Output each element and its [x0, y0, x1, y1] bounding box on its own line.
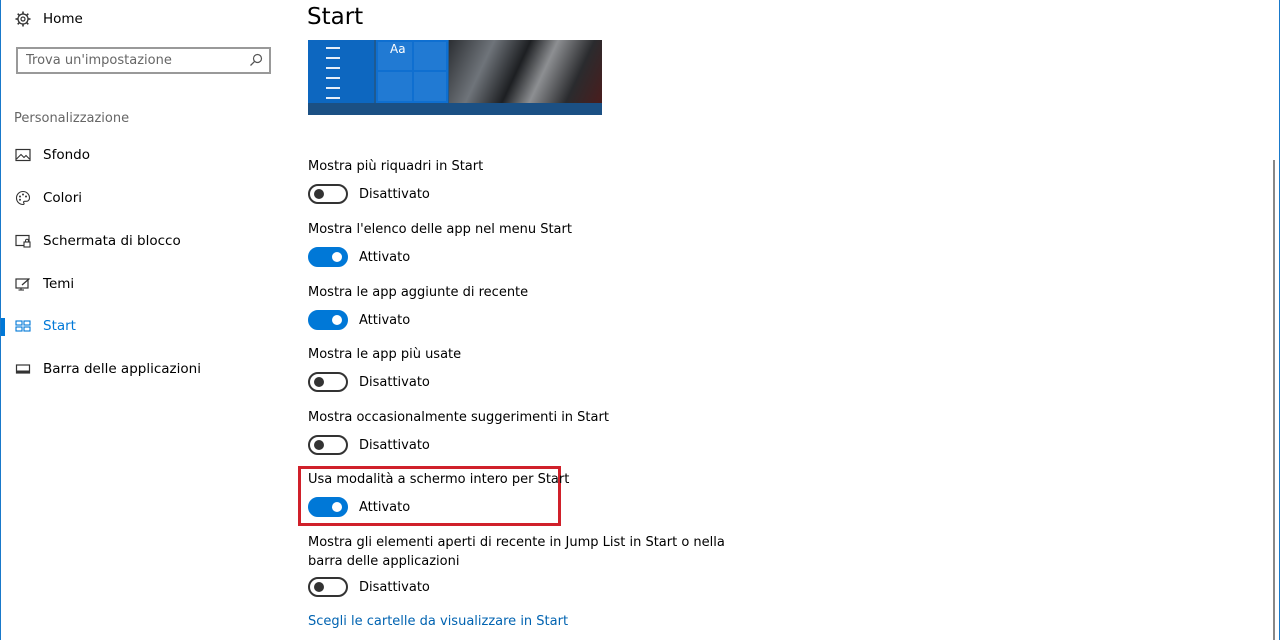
toggle-switch[interactable]: [308, 184, 348, 204]
toggle-knob: [332, 502, 342, 512]
sidebar-item-label: Sfondo: [43, 147, 90, 163]
sidebar-item-schermata-di-blocco[interactable]: Schermata di blocco: [1, 226, 289, 256]
setting-suggestions: Mostra occasionalmente suggerimenti in S…: [308, 408, 708, 458]
setting-jump-list: Mostra gli elementi aperti di recente in…: [308, 533, 728, 599]
setting-label: Mostra più riquadri in Start: [308, 159, 484, 174]
sidebar-item-label: Start: [43, 318, 76, 334]
setting-more-tiles: Mostra più riquadri in Start Disattivato: [308, 157, 708, 207]
themes-icon: [15, 276, 31, 292]
preview-app-list: [308, 40, 374, 103]
preview-list-line: [326, 87, 340, 89]
active-indicator: [1, 318, 5, 336]
toggle-switch[interactable]: [308, 310, 348, 330]
search-input[interactable]: [18, 49, 256, 72]
start-preview-image: Aa: [308, 40, 602, 115]
toggle-knob: [314, 582, 324, 592]
preview-list-line: [326, 77, 340, 79]
preview-taskbar: [308, 103, 602, 115]
sidebar-item-temi[interactable]: Temi: [1, 269, 289, 299]
setting-label: Usa modalità a schermo intero per Start: [308, 472, 570, 487]
sidebar-item-colori[interactable]: Colori: [1, 183, 289, 213]
nav-home[interactable]: Home: [1, 6, 289, 32]
setting-label: Mostra le app aggiunte di recente: [308, 285, 529, 300]
palette-icon: [15, 190, 31, 206]
toggle-switch[interactable]: [308, 497, 348, 517]
toggle-switch[interactable]: [308, 247, 348, 267]
setting-label: Mostra l'elenco delle app nel menu Start: [308, 222, 572, 237]
toggle-switch[interactable]: [308, 577, 348, 597]
sidebar-item-label: Colori: [43, 190, 82, 206]
toggle-row: Disattivato: [308, 184, 430, 204]
page-title: Start: [307, 4, 364, 30]
toggle-switch[interactable]: [308, 435, 348, 455]
scrollbar[interactable]: [1270, 0, 1278, 640]
preview-tile-label: Aa: [390, 42, 406, 56]
sidebar-item-label: Schermata di blocco: [43, 233, 181, 249]
toggle-switch[interactable]: [308, 372, 348, 392]
start-icon: [15, 318, 31, 334]
setting-label: Mostra le app più usate: [308, 347, 462, 362]
toggle-row: Disattivato: [308, 577, 430, 597]
gear-icon: [15, 11, 31, 27]
toggle-state: Disattivato: [359, 437, 430, 453]
sidebar-item-label: Barra delle applicazioni: [43, 361, 201, 377]
toggle-row: Attivato: [308, 497, 410, 517]
toggle-state: Attivato: [359, 499, 411, 515]
toggle-row: Disattivato: [308, 372, 430, 392]
preview-background-photo: [449, 40, 602, 103]
preview-tiles: [376, 40, 448, 103]
setting-most-used: Mostra le app più usate Disattivato: [308, 345, 708, 395]
choose-folders-link[interactable]: Scegli le cartelle da visualizzare in St…: [308, 614, 568, 629]
toggle-knob: [314, 440, 324, 450]
preview-tile: [414, 72, 446, 101]
toggle-row: Attivato: [308, 310, 410, 330]
search-icon[interactable]: [249, 53, 263, 67]
lock-screen-icon: [15, 233, 31, 249]
toggle-state: Disattivato: [359, 186, 430, 202]
setting-app-list: Mostra l'elenco delle app nel menu Start…: [308, 220, 708, 270]
sidebar-item-barra-delle-applicazioni[interactable]: Barra delle applicazioni: [1, 354, 289, 384]
preview-list-line: [326, 67, 340, 69]
section-title: Personalizzazione: [14, 111, 130, 126]
toggle-row: Disattivato: [308, 435, 430, 455]
toggle-state: Attivato: [359, 249, 411, 265]
toggle-knob: [332, 252, 342, 262]
preview-list-line: [326, 57, 340, 59]
taskbar-icon: [15, 361, 31, 377]
picture-icon: [15, 147, 31, 163]
toggle-knob: [314, 189, 324, 199]
sidebar-item-sfondo[interactable]: Sfondo: [1, 140, 289, 170]
setting-full-screen-start: Usa modalità a schermo intero per Start …: [308, 470, 708, 520]
sidebar-item-start[interactable]: Start: [1, 311, 289, 341]
toggle-row: Attivato: [308, 247, 410, 267]
toggle-knob: [332, 315, 342, 325]
toggle-state: Disattivato: [359, 374, 430, 390]
preview-tile: [414, 42, 446, 70]
preview-list-line: [326, 47, 340, 49]
preview-tile: [378, 72, 412, 101]
search-box[interactable]: [16, 47, 271, 74]
toggle-knob: [314, 377, 324, 387]
toggle-state: Disattivato: [359, 579, 430, 595]
sidebar-item-label: Temi: [43, 276, 75, 292]
scrollbar-thumb[interactable]: [1273, 160, 1275, 640]
setting-recently-added: Mostra le app aggiunte di recente Attiva…: [308, 283, 708, 333]
setting-label: Mostra occasionalmente suggerimenti in S…: [308, 410, 609, 425]
setting-label-line2: barra delle applicazioni: [308, 554, 460, 569]
settings-sidebar: Home Personalizzazione Sfondo Colori Sch…: [1, 0, 289, 640]
toggle-state: Attivato: [359, 312, 411, 328]
nav-home-label: Home: [43, 11, 83, 27]
setting-label-line1: Mostra gli elementi aperti di recente in…: [308, 535, 725, 550]
preview-list-line: [326, 97, 340, 99]
